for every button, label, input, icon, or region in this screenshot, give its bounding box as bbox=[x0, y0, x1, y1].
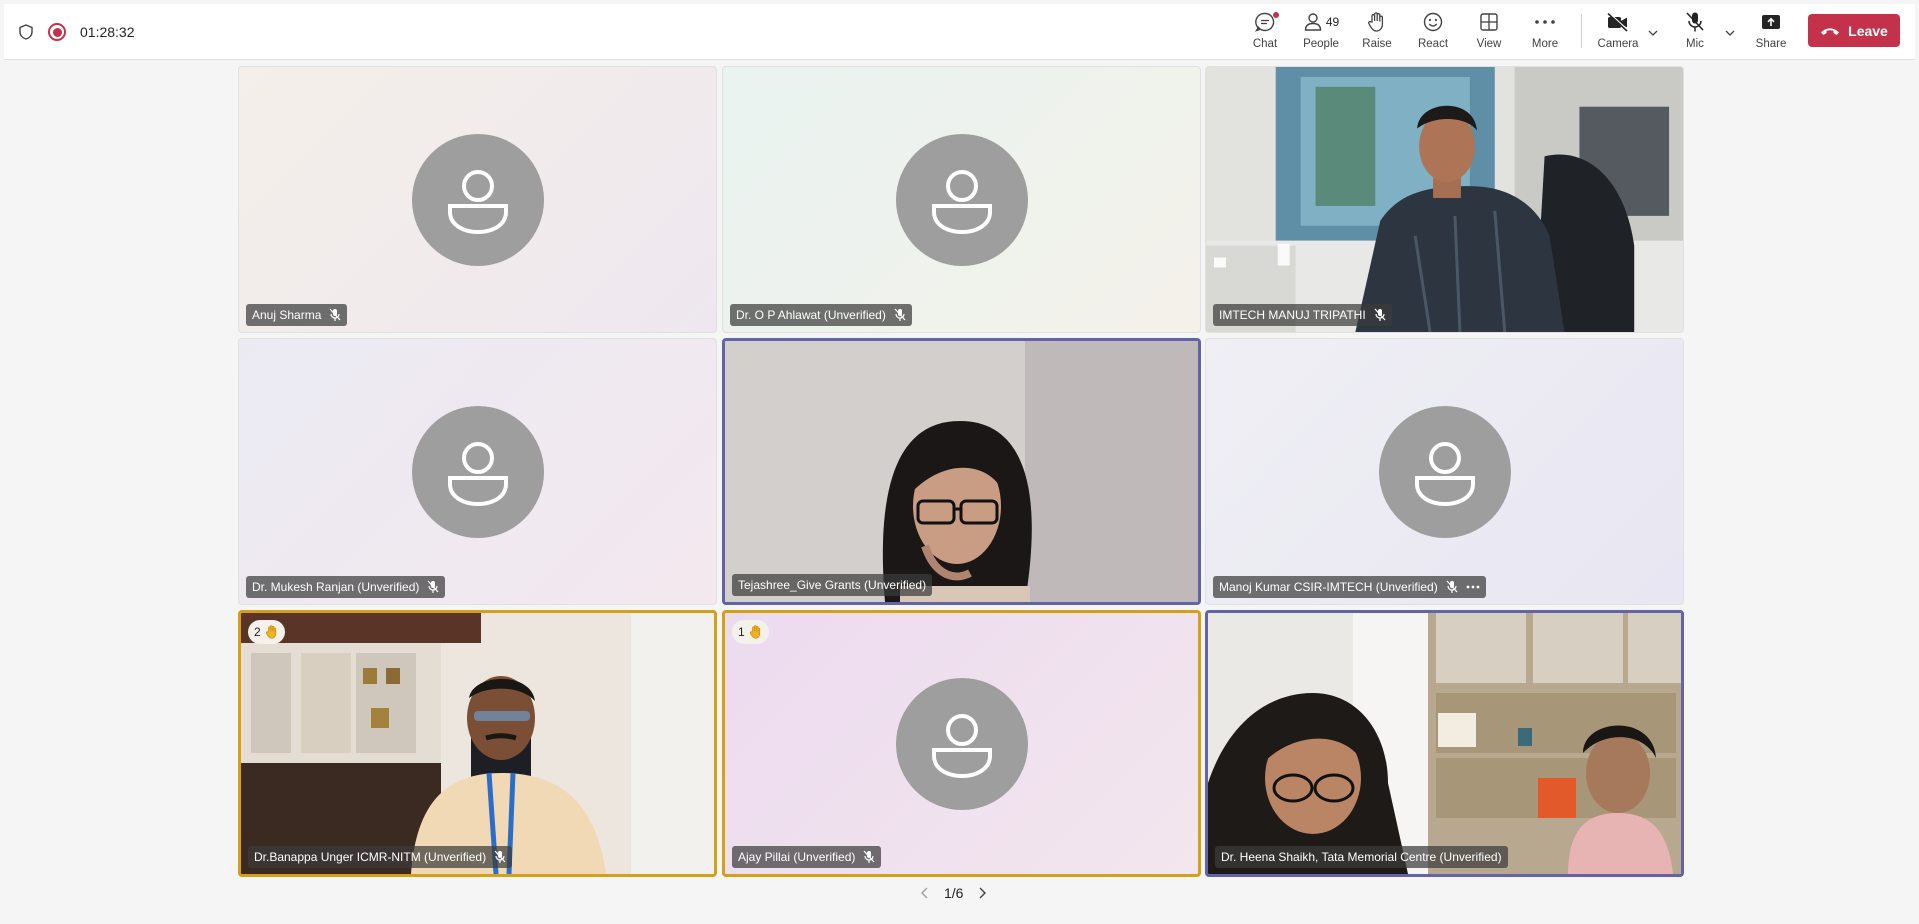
participant-name-tag: Anuj Sharma bbox=[246, 304, 348, 326]
participant-name: IMTECH MANUJ TRIPATHI bbox=[1219, 308, 1366, 322]
raise-label: Raise bbox=[1362, 38, 1392, 50]
mic-off-icon bbox=[1685, 10, 1705, 34]
avatar-placeholder-icon bbox=[1378, 405, 1511, 538]
video-feed bbox=[725, 341, 1198, 602]
participant-video-tile[interactable]: 2 Dr.Banappa Unger ICMR-NITM (Unverified… bbox=[238, 610, 717, 877]
raise-hand-button[interactable]: Raise bbox=[1351, 10, 1403, 56]
smile-icon bbox=[1422, 10, 1444, 34]
participant-name: Ajay Pillai (Unverified) bbox=[738, 850, 856, 864]
recording-icon[interactable] bbox=[48, 23, 66, 41]
participant-video-tile[interactable]: IMTECH MANUJ TRIPATHI bbox=[1205, 66, 1684, 333]
participant-name-tag: Manoj Kumar CSIR-IMTECH (Unverified) bbox=[1213, 576, 1486, 598]
hand-icon bbox=[1367, 10, 1387, 34]
participant-name-tag: IMTECH MANUJ TRIPATHI bbox=[1213, 304, 1392, 326]
page-indicator: 1/6 bbox=[944, 885, 964, 901]
leave-button[interactable]: Leave bbox=[1808, 14, 1900, 47]
chat-icon bbox=[1254, 10, 1279, 34]
raised-hand-order: 1 bbox=[738, 625, 745, 639]
leave-label: Leave bbox=[1848, 22, 1888, 39]
avatar-placeholder-icon bbox=[411, 133, 544, 266]
react-label: React bbox=[1417, 38, 1449, 50]
raised-hand-badge: 2 bbox=[248, 620, 285, 644]
muted-mic-icon bbox=[1374, 308, 1386, 321]
people-icon: 49 bbox=[1303, 10, 1339, 34]
participant-name: Manoj Kumar CSIR-IMTECH (Unverified) bbox=[1219, 580, 1438, 594]
participant-name: Anuj Sharma bbox=[252, 308, 322, 322]
raised-hand-icon bbox=[265, 625, 276, 639]
more-button[interactable]: More bbox=[1519, 10, 1571, 56]
participant-tile[interactable]: Manoj Kumar CSIR-IMTECH (Unverified) bbox=[1205, 338, 1684, 605]
next-page-icon[interactable] bbox=[977, 886, 987, 900]
participant-name: Dr. Heena Shaikh, Tata Memorial Centre (… bbox=[1221, 850, 1502, 864]
share-icon bbox=[1760, 10, 1782, 34]
participant-tile[interactable]: Dr. Mukesh Ranjan (Unverified) bbox=[238, 338, 717, 605]
view-button[interactable]: View bbox=[1463, 10, 1515, 56]
muted-mic-icon bbox=[329, 308, 341, 321]
participant-name: Tejashree_Give Grants (Unverified) bbox=[738, 578, 927, 592]
mic-label: Mic bbox=[1686, 38, 1704, 50]
phone-hangup-icon bbox=[1821, 27, 1840, 35]
people-label: People bbox=[1303, 38, 1339, 50]
people-button[interactable]: 49 People bbox=[1295, 10, 1347, 56]
muted-mic-icon bbox=[1446, 580, 1458, 593]
camera-off-icon bbox=[1606, 10, 1630, 34]
more-dots-icon bbox=[1534, 10, 1556, 34]
muted-mic-icon bbox=[427, 580, 439, 593]
more-options-icon[interactable] bbox=[1466, 585, 1480, 589]
participant-name-tag: Tejashree_Give Grants (Unverified) bbox=[732, 574, 933, 596]
avatar-placeholder-icon bbox=[895, 133, 1028, 266]
meeting-toolbar: 01:28:32 Chat 49 People Raise React View bbox=[4, 4, 1915, 60]
chat-label: Chat bbox=[1252, 38, 1278, 50]
muted-mic-icon bbox=[494, 850, 506, 863]
chat-button[interactable]: Chat bbox=[1239, 10, 1291, 56]
muted-mic-icon bbox=[863, 850, 875, 863]
participant-name-tag: Dr.Banappa Unger ICMR-NITM (Unverified) bbox=[248, 846, 513, 868]
video-feed bbox=[241, 613, 714, 874]
participant-tile[interactable]: 1 Ajay Pillai (Unverified) bbox=[722, 610, 1201, 877]
more-label: More bbox=[1531, 38, 1559, 50]
grid-view-icon bbox=[1479, 10, 1499, 34]
video-feed bbox=[1206, 67, 1683, 332]
share-button[interactable]: Share bbox=[1745, 10, 1797, 56]
toolbar-divider bbox=[1581, 14, 1582, 48]
previous-page-icon[interactable] bbox=[920, 886, 930, 900]
people-count: 49 bbox=[1325, 15, 1340, 29]
meeting-status: 01:28:32 bbox=[18, 4, 135, 60]
participant-tile[interactable]: Anuj Sharma bbox=[238, 66, 717, 333]
camera-label: Camera bbox=[1597, 38, 1639, 50]
view-label: View bbox=[1476, 38, 1502, 50]
share-label: Share bbox=[1755, 38, 1787, 50]
participant-name-tag: Dr. O P Ahlawat (Unverified) bbox=[730, 304, 912, 326]
participant-name-tag: Ajay Pillai (Unverified) bbox=[732, 846, 882, 868]
participant-tile[interactable]: Dr. O P Ahlawat (Unverified) bbox=[722, 66, 1201, 333]
mic-options-chevron-icon[interactable] bbox=[1723, 26, 1737, 40]
gallery-pager: 1/6 bbox=[920, 885, 987, 901]
participant-video-tile[interactable]: Tejashree_Give Grants (Unverified) bbox=[722, 338, 1201, 605]
shield-icon[interactable] bbox=[18, 24, 34, 40]
camera-options-chevron-icon[interactable] bbox=[1646, 26, 1660, 40]
raised-hand-icon bbox=[749, 625, 760, 639]
participant-name: Dr. Mukesh Ranjan (Unverified) bbox=[252, 580, 420, 594]
video-feed bbox=[1208, 613, 1681, 874]
participant-video-tile[interactable]: Dr. Heena Shaikh, Tata Memorial Centre (… bbox=[1205, 610, 1684, 877]
meeting-timer: 01:28:32 bbox=[80, 24, 135, 40]
participant-name-tag: Dr. Heena Shaikh, Tata Memorial Centre (… bbox=[1215, 846, 1508, 868]
participant-name: Dr.Banappa Unger ICMR-NITM (Unverified) bbox=[254, 850, 487, 864]
participant-name-tag: Dr. Mukesh Ranjan (Unverified) bbox=[246, 576, 446, 598]
avatar-placeholder-icon bbox=[895, 677, 1028, 810]
participant-name: Dr. O P Ahlawat (Unverified) bbox=[736, 308, 886, 322]
raised-hand-badge: 1 bbox=[732, 620, 769, 644]
react-button[interactable]: React bbox=[1407, 10, 1459, 56]
muted-mic-icon bbox=[894, 308, 906, 321]
mic-button[interactable]: Mic bbox=[1669, 10, 1721, 56]
avatar-placeholder-icon bbox=[411, 405, 544, 538]
raised-hand-order: 2 bbox=[254, 625, 261, 639]
camera-button[interactable]: Camera bbox=[1592, 10, 1644, 56]
